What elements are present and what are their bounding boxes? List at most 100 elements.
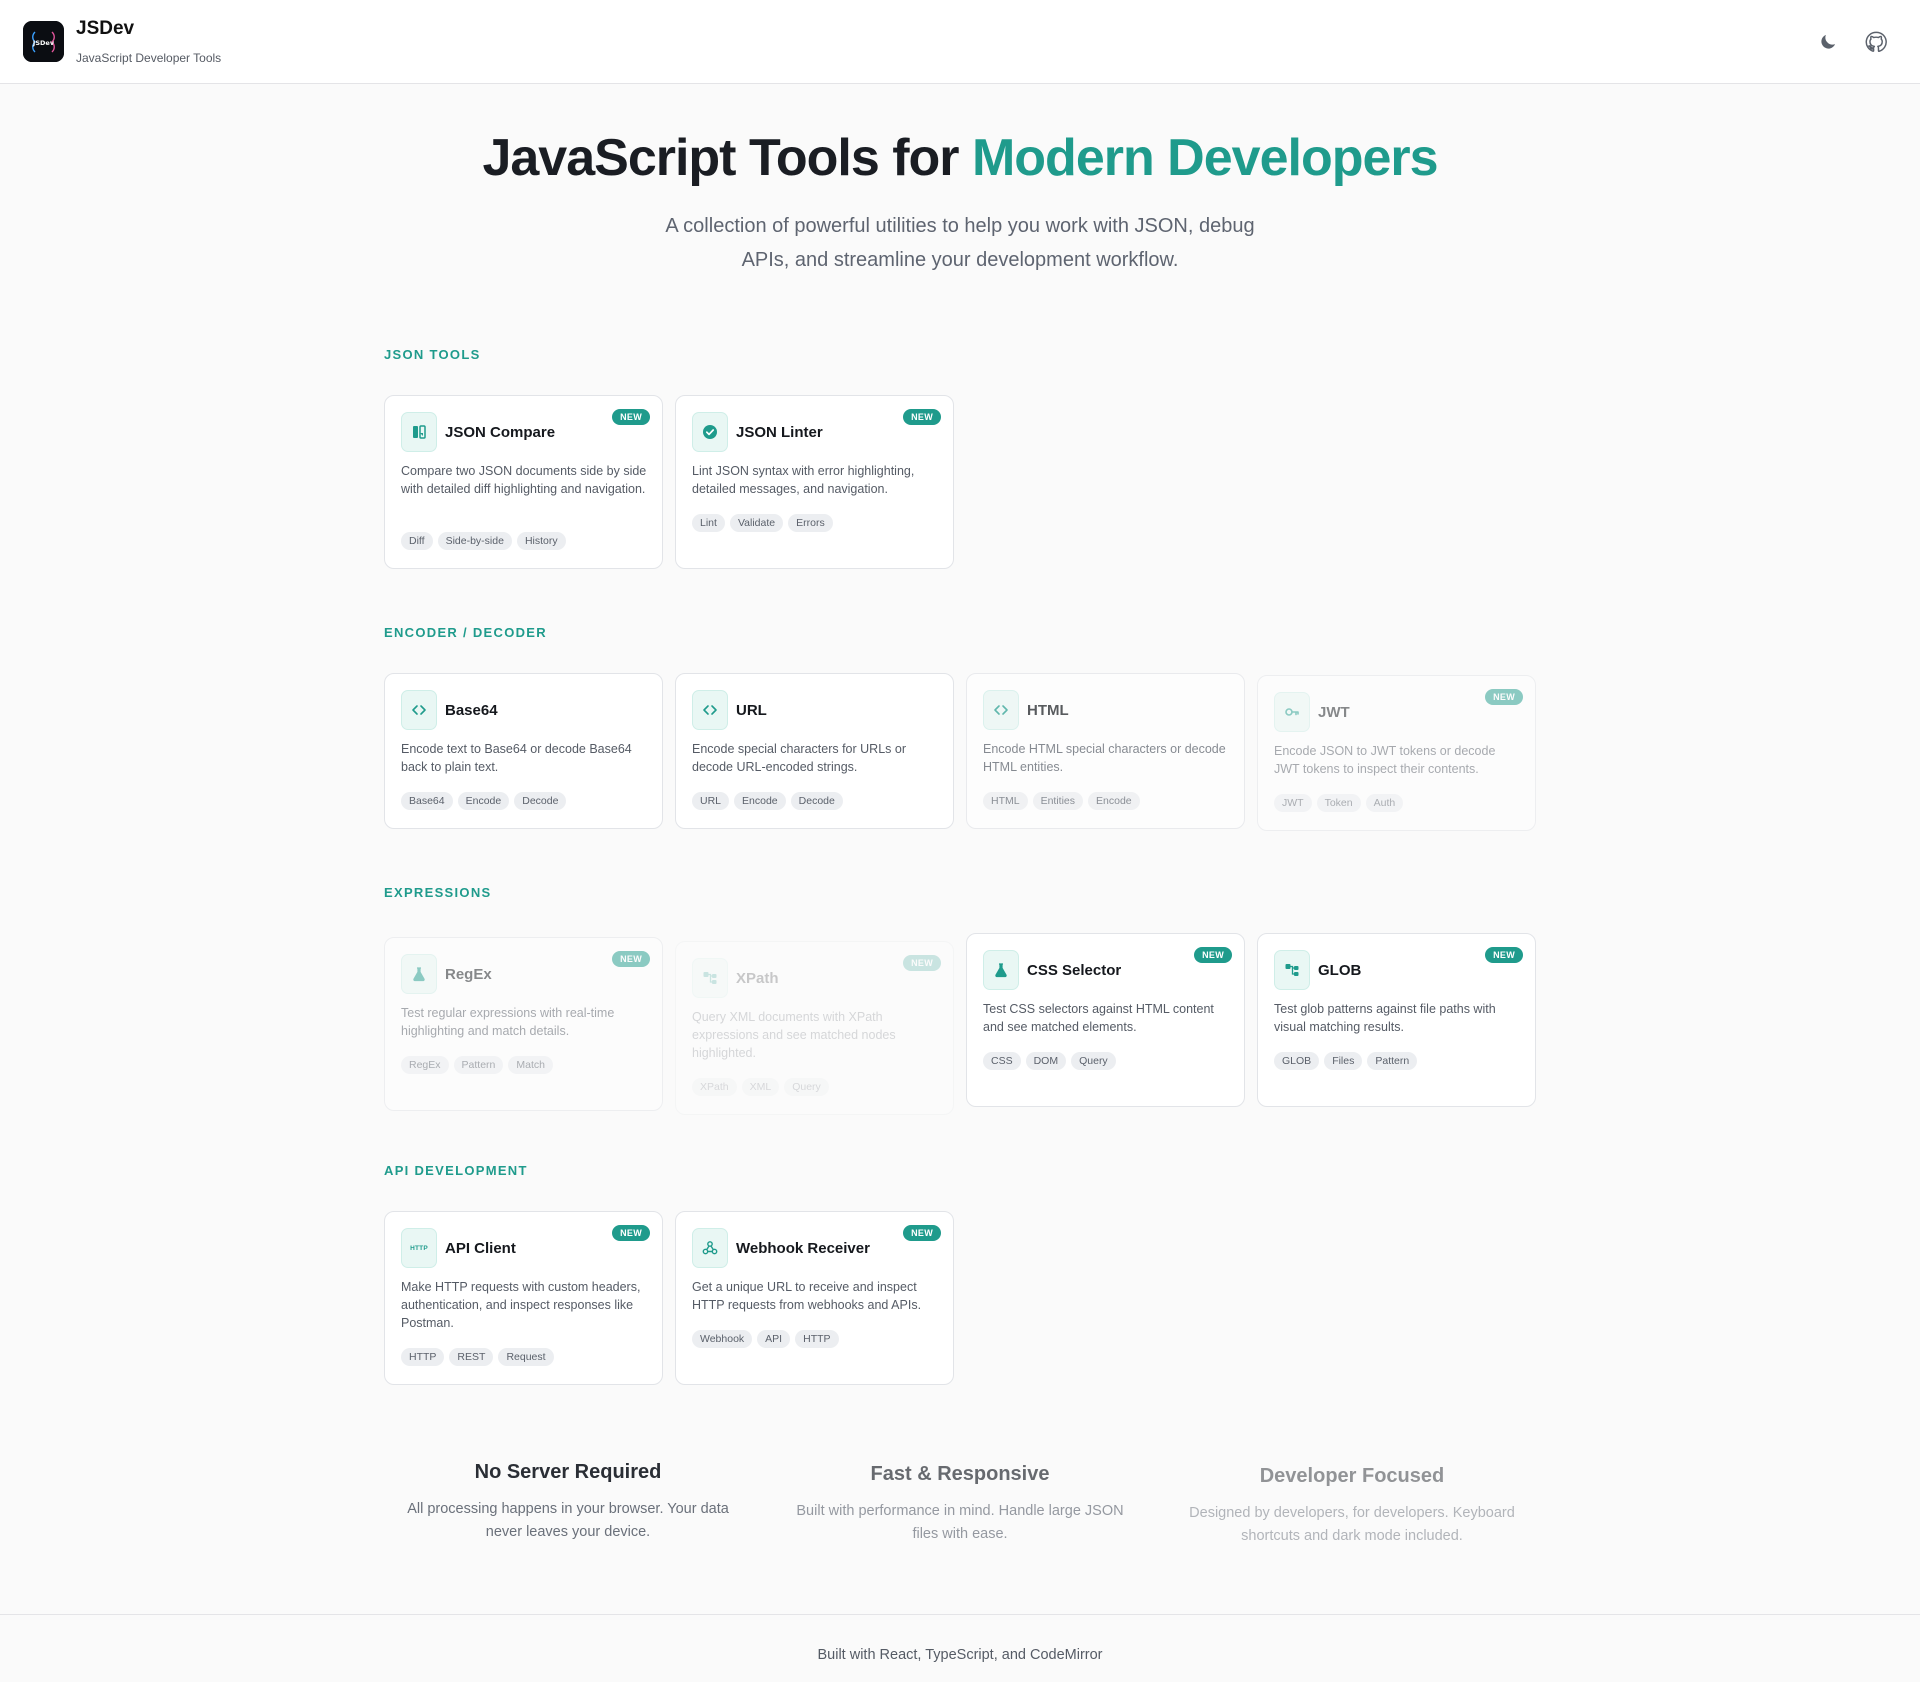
- card-title: URL: [736, 702, 767, 719]
- tag: Decode: [790, 792, 843, 810]
- card-description: Encode HTML special characters or decode…: [983, 742, 1226, 774]
- card-title: API Client: [445, 1240, 516, 1257]
- tag: Pattern: [453, 1056, 504, 1074]
- tool-card-json-compare[interactable]: JSON Compare NEW Compare two JSON docume…: [384, 395, 663, 569]
- card-description: Encode text to Base64 or decode Base64 b…: [401, 742, 632, 774]
- code-icon: [692, 690, 728, 730]
- tag: Encode: [734, 792, 786, 810]
- new-badge: NEW: [1194, 947, 1232, 963]
- card-tags: Webhook API HTTP: [692, 1330, 839, 1348]
- code-icon: [401, 690, 437, 730]
- feature-developer-focused: Developer Focused Designed by developers…: [1182, 1465, 1522, 1548]
- hero-title-main: JavaScript Tools for: [482, 129, 972, 187]
- tag: Match: [508, 1056, 553, 1074]
- compare-icon: [401, 412, 437, 452]
- brand-subtitle: JavaScript Developer Tools: [76, 51, 222, 65]
- tag: XML: [741, 1078, 780, 1096]
- card-description: Query XML documents with XPath expressio…: [692, 1010, 896, 1060]
- logo-icon: JSDev: [23, 21, 64, 62]
- footer-text: Built with React, TypeScript, and CodeMi…: [817, 1647, 1103, 1663]
- card-title: CSS Selector: [1027, 962, 1122, 979]
- tool-card-webhook-receiver[interactable]: Webhook Receiver NEW Get a unique URL to…: [675, 1211, 954, 1385]
- card-description: Lint JSON syntax with error highlighting…: [692, 464, 915, 496]
- check-circle-icon: [692, 412, 728, 452]
- feature-no-server: No Server Required All processing happen…: [398, 1461, 738, 1544]
- card-description: Encode special characters for URLs or de…: [692, 742, 906, 774]
- new-badge: NEW: [612, 1225, 650, 1241]
- tag: API: [757, 1330, 791, 1348]
- tool-card-url[interactable]: URL Encode special characters for URLs o…: [675, 673, 954, 829]
- tag: Query: [1071, 1052, 1116, 1070]
- section-label-expressions: EXPRESSIONS: [384, 885, 492, 900]
- github-link-button[interactable]: [1861, 27, 1891, 57]
- card-tags: XPath XML Query: [692, 1078, 829, 1096]
- tag: URL: [692, 792, 730, 810]
- tree-icon: [692, 958, 728, 998]
- card-description: Encode JSON to JWT tokens or decode JWT …: [1274, 744, 1496, 776]
- feature-title: Fast & Responsive: [870, 1463, 1050, 1485]
- section-label-json-tools: JSON TOOLS: [384, 347, 481, 362]
- tool-card-jwt[interactable]: JWT NEW Encode JSON to JWT tokens or dec…: [1257, 675, 1536, 831]
- card-title: JWT: [1318, 704, 1350, 721]
- card-title: HTML: [1027, 702, 1069, 719]
- tag: Request: [498, 1348, 554, 1366]
- tool-card-regex[interactable]: RegEx NEW Test regular expressions with …: [384, 937, 663, 1111]
- tag: Base64: [401, 792, 453, 810]
- card-tags: RegEx Pattern Match: [401, 1056, 553, 1074]
- tag: History: [516, 532, 566, 550]
- card-title: Base64: [445, 702, 498, 719]
- feature-description: Built with performance in mind. Handle l…: [796, 1503, 1124, 1542]
- card-description: Get a unique URL to receive and inspect …: [692, 1280, 922, 1312]
- moon-icon: [1821, 34, 1836, 49]
- hero-description: A collection of powerful utilities to he…: [665, 215, 1255, 271]
- card-description: Test CSS selectors against HTML content …: [983, 1002, 1214, 1034]
- tag: Pattern: [1367, 1052, 1418, 1070]
- tool-card-api-client[interactable]: HTTP API Client NEW Make HTTP requests w…: [384, 1211, 663, 1385]
- card-title: Webhook Receiver: [736, 1240, 870, 1257]
- card-title: GLOB: [1318, 962, 1362, 979]
- new-badge: NEW: [903, 1225, 941, 1241]
- card-title: RegEx: [445, 966, 492, 983]
- new-badge: NEW: [1485, 689, 1523, 705]
- tag: DOM: [1025, 1052, 1067, 1070]
- tag: Query: [784, 1078, 829, 1096]
- card-title: XPath: [736, 970, 779, 987]
- section-label-api-development: API DEVELOPMENT: [384, 1163, 528, 1178]
- tag: Encode: [457, 792, 510, 810]
- code-icon: [983, 690, 1019, 730]
- tool-card-glob[interactable]: GLOB NEW Test glob patterns against file…: [1257, 933, 1536, 1107]
- hero-title-accent: Modern Developers: [971, 129, 1439, 187]
- card-description: Test glob patterns against file paths wi…: [1274, 1002, 1496, 1034]
- theme-toggle-button[interactable]: [1813, 27, 1843, 57]
- tool-card-base64[interactable]: Base64 Encode text to Base64 or decode B…: [384, 673, 663, 829]
- svg-text:JSDev: JSDev: [32, 39, 55, 47]
- card-description: Make HTTP requests with custom headers, …: [401, 1280, 641, 1330]
- http-icon-label: HTTP: [410, 1244, 428, 1252]
- tag: Webhook: [692, 1330, 753, 1348]
- card-tags: Diff Side-by-side History: [401, 532, 566, 550]
- top-header: JSDev JSDev JavaScript Developer Tools: [0, 0, 1920, 84]
- tag: Side-by-side: [437, 532, 512, 550]
- tag: Diff: [401, 532, 433, 550]
- tag: Encode: [1088, 792, 1140, 810]
- tool-card-html[interactable]: HTML Encode HTML special characters or d…: [966, 673, 1245, 829]
- tag: CSS: [983, 1052, 1021, 1070]
- tag: REST: [449, 1348, 494, 1366]
- tool-card-json-linter[interactable]: JSON Linter NEW Lint JSON syntax with er…: [675, 395, 954, 569]
- tag: Decode: [514, 792, 567, 810]
- flask-icon: [401, 954, 437, 994]
- tree-icon: [1274, 950, 1310, 990]
- app-logo[interactable]: JSDev: [23, 21, 64, 62]
- page-footer: Built with React, TypeScript, and CodeMi…: [0, 1614, 1920, 1682]
- new-badge: NEW: [903, 955, 941, 971]
- tool-card-css-selector[interactable]: CSS Selector NEW Test CSS selectors agai…: [966, 933, 1245, 1107]
- card-title: JSON Compare: [445, 424, 556, 441]
- new-badge: NEW: [612, 409, 650, 425]
- feature-fast-responsive: Fast & Responsive Built with performance…: [790, 1463, 1130, 1546]
- tag: HTTP: [795, 1330, 839, 1348]
- feature-title: No Server Required: [474, 1461, 662, 1483]
- tag: Token: [1316, 794, 1361, 812]
- tool-card-xpath[interactable]: XPath NEW Query XML documents with XPath…: [675, 941, 954, 1115]
- hero-title: JavaScript Tools for Modern Developers: [0, 128, 1920, 188]
- tag: Entities: [1032, 792, 1084, 810]
